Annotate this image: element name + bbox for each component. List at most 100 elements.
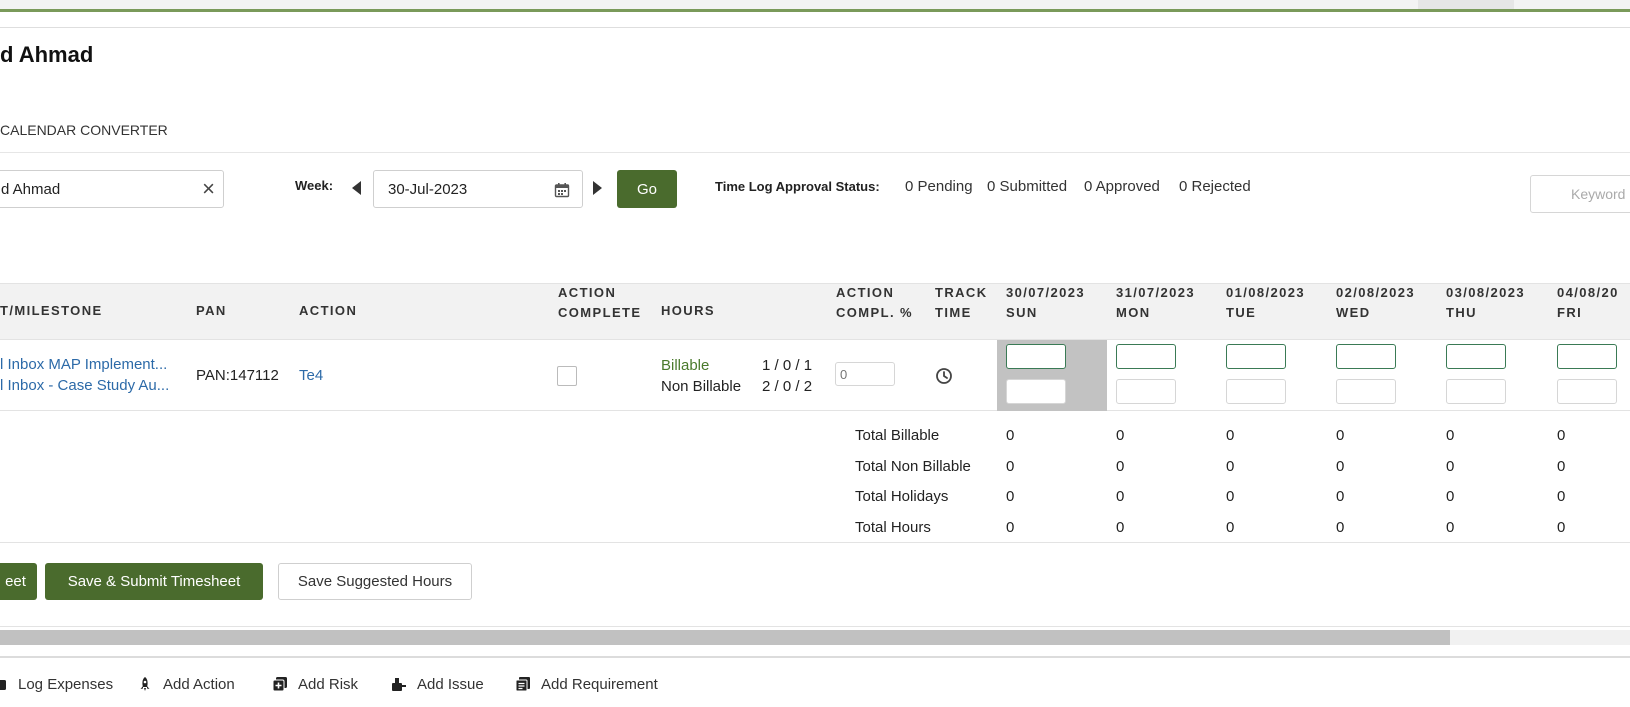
non-billable-hours-input-day[interactable] (1116, 379, 1176, 404)
header-day-name: MON (1116, 305, 1151, 320)
non-billable-hours: 2 / 0 / 2 (762, 378, 813, 395)
billable-hours-input-day[interactable] (1446, 344, 1506, 369)
billable-hours-input-day[interactable] (1557, 344, 1617, 369)
clock-icon[interactable] (935, 367, 953, 385)
add-issue-link[interactable]: Add Issue (391, 676, 484, 696)
total-value: 0 (1336, 519, 1345, 536)
calendar-icon[interactable] (554, 182, 570, 198)
header-milestone: T/MILESTONE (0, 303, 103, 318)
week-date-value: 30-Jul-2023 (388, 181, 468, 198)
non-billable-hours-input-day[interactable] (1226, 379, 1286, 404)
week-label: Week: (295, 178, 334, 193)
rocket-icon (140, 677, 150, 691)
non-billable-hours-input-day[interactable] (1006, 379, 1066, 404)
total-value: 0 (1116, 519, 1125, 536)
total-value: 0 (1446, 427, 1455, 444)
top-nav-bar (0, 0, 1630, 12)
total-value: 0 (1226, 458, 1235, 475)
total-value: 0 (1006, 427, 1015, 444)
total-value: 0 (1226, 427, 1235, 444)
add-requirement-icon (515, 677, 530, 692)
save-suggested-hours-button[interactable]: Save Suggested Hours (278, 563, 472, 600)
header-day-date: 04/08/20 (1557, 285, 1619, 300)
header-day-name: FRI (1557, 305, 1583, 320)
nav-tab[interactable] (1418, 0, 1514, 9)
non-billable-hours-input-day[interactable] (1336, 379, 1396, 404)
total-value: 0 (1557, 488, 1566, 505)
total-value: 0 (1557, 458, 1566, 475)
total-value: 0 (1336, 488, 1345, 505)
keyword-search-input[interactable] (1530, 175, 1630, 213)
billable-hours: 1 / 0 / 1 (762, 357, 813, 374)
header-day-date: 02/08/2023 (1336, 285, 1416, 300)
previous-week-arrow-icon[interactable] (352, 181, 361, 195)
header-track-time-line2: TIME (935, 305, 972, 320)
header-day-date: 03/08/2023 (1446, 285, 1526, 300)
total-value: 0 (1557, 519, 1566, 536)
calendar-converter-link[interactable]: CALENDAR CONVERTER (0, 122, 168, 138)
total-billable-label: Total Billable (855, 427, 940, 444)
header-compl-pct-line2: COMPL. % (836, 305, 913, 320)
approved-count: 0 Approved (1084, 178, 1160, 195)
user-select[interactable]: d Ahmad × (0, 170, 224, 208)
header-day-date: 01/08/2023 (1226, 285, 1306, 300)
total-value: 0 (1116, 488, 1125, 505)
billable-hours-input-day[interactable] (1336, 344, 1396, 369)
add-risk-link[interactable]: Add Risk (272, 676, 358, 696)
total-value: 0 (1557, 427, 1566, 444)
total-value: 0 (1116, 458, 1125, 475)
add-action-label: Add Action (163, 676, 235, 693)
pan-value: PAN:147112 (196, 367, 279, 384)
save-submit-timesheet-button[interactable]: Save & Submit Timesheet (45, 563, 263, 600)
add-action-link[interactable]: Add Action (137, 676, 235, 696)
expense-icon (0, 680, 6, 690)
header-day-name: THU (1446, 305, 1477, 320)
go-button[interactable]: Go (617, 170, 677, 208)
add-requirement-link[interactable]: Add Requirement (515, 676, 658, 696)
project-link[interactable]: l Inbox MAP Implement... (0, 356, 167, 373)
action-completion-percent-input[interactable] (835, 362, 895, 386)
total-value: 0 (1446, 488, 1455, 505)
total-value: 0 (1226, 519, 1235, 536)
billable-hours-input-day[interactable] (1116, 344, 1176, 369)
header-compl-pct-line1: ACTION (836, 285, 895, 300)
timesheet-table-header: T/MILESTONE PAN ACTION ACTION COMPLETE H… (0, 283, 1630, 340)
log-expenses-link[interactable]: Log Expenses (0, 676, 113, 696)
non-billable-label: Non Billable (661, 378, 742, 395)
add-risk-icon (272, 677, 287, 692)
close-icon[interactable]: × (202, 176, 215, 202)
add-issue-label: Add Issue (417, 676, 484, 693)
header-day-date: 31/07/2023 (1116, 285, 1196, 300)
total-value: 0 (1446, 458, 1455, 475)
save-timesheet-button[interactable]: eet (0, 563, 37, 600)
non-billable-hours-input-day[interactable] (1446, 379, 1506, 404)
rejected-count: 0 Rejected (1179, 178, 1251, 195)
log-expenses-label: Log Expenses (18, 676, 114, 693)
scrollbar-thumb[interactable] (0, 630, 1450, 645)
billable-hours-input-day[interactable] (1006, 344, 1066, 369)
header-pan: PAN (196, 303, 227, 318)
divider (0, 27, 1630, 28)
week-date-picker[interactable]: 30-Jul-2023 (373, 170, 583, 208)
total-value: 0 (1336, 427, 1345, 444)
header-action-complete-line2: COMPLETE (558, 305, 642, 320)
total-value: 0 (1006, 519, 1015, 536)
billable-label: Billable (661, 357, 710, 374)
header-day-name: TUE (1226, 305, 1257, 320)
milestone-link[interactable]: l Inbox - Case Study Au... (0, 377, 169, 394)
action-link[interactable]: Te4 (299, 367, 323, 384)
header-day-name: WED (1336, 305, 1371, 320)
total-hours-label: Total Hours (855, 519, 931, 536)
page-title: d Ahmad (0, 42, 94, 67)
non-billable-hours-input-day[interactable] (1557, 379, 1617, 404)
header-action: ACTION (299, 303, 358, 318)
submitted-count: 0 Submitted (987, 178, 1068, 195)
action-complete-checkbox[interactable] (557, 366, 577, 386)
add-risk-label: Add Risk (298, 676, 359, 693)
billable-hours-input-day[interactable] (1226, 344, 1286, 369)
next-week-arrow-icon[interactable] (593, 181, 602, 195)
divider (0, 152, 1630, 153)
total-value: 0 (1226, 488, 1235, 505)
total-value: 0 (1446, 519, 1455, 536)
pending-count: 0 Pending (905, 178, 973, 195)
